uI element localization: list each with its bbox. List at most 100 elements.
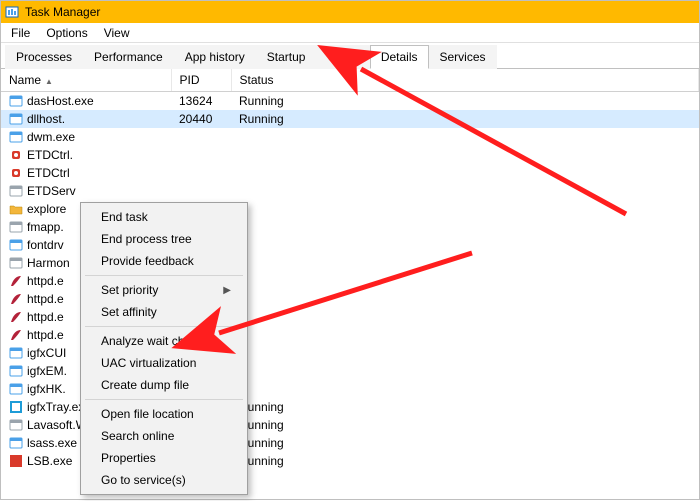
process-pid: 13624 bbox=[171, 92, 231, 111]
context-menu-label: UAC virtualization bbox=[101, 356, 196, 370]
process-status: Running bbox=[231, 416, 699, 434]
process-status bbox=[231, 344, 699, 362]
process-status: Running bbox=[231, 92, 699, 111]
context-menu-item-analyze-wait-chain[interactable]: Analyze wait chain bbox=[83, 330, 245, 352]
process-icon bbox=[9, 166, 23, 180]
col-pid[interactable]: PID bbox=[171, 69, 231, 92]
process-pid: 20440 bbox=[171, 110, 231, 128]
tabstrip: ProcessesPerformanceApp historyStartupUs… bbox=[1, 45, 699, 69]
context-menu-item-set-affinity[interactable]: Set affinity bbox=[83, 301, 245, 323]
process-name: explore bbox=[27, 202, 66, 216]
col-name-label: Name bbox=[9, 73, 41, 87]
process-status bbox=[231, 128, 699, 146]
process-name: fontdrv bbox=[27, 238, 64, 252]
process-icon bbox=[9, 454, 23, 468]
context-menu-label: Provide feedback bbox=[101, 254, 194, 268]
process-name: httpd.e bbox=[27, 292, 64, 306]
context-menu-label: Analyze wait chain bbox=[101, 334, 200, 348]
tab-app-history[interactable]: App history bbox=[174, 45, 256, 69]
col-status-label: Status bbox=[240, 73, 274, 87]
process-name: igfxHK. bbox=[27, 382, 66, 396]
context-menu-item-create-dump-file[interactable]: Create dump file bbox=[83, 374, 245, 396]
context-menu-label: Set priority bbox=[101, 283, 158, 297]
process-name: Harmon bbox=[27, 256, 70, 270]
context-menu-item-end-process-tree[interactable]: End process tree bbox=[83, 228, 245, 250]
tab-services[interactable]: Services bbox=[429, 45, 497, 69]
tab-startup[interactable]: Startup bbox=[256, 45, 317, 69]
table-row[interactable]: ETDCtrl. bbox=[1, 146, 699, 164]
sort-asc-icon: ▲ bbox=[45, 77, 53, 86]
tab-processes[interactable]: Processes bbox=[5, 45, 83, 69]
tab-details[interactable]: Details bbox=[370, 45, 429, 69]
process-pid bbox=[171, 128, 231, 146]
context-menu-item-provide-feedback[interactable]: Provide feedback bbox=[83, 250, 245, 272]
process-icon bbox=[9, 292, 23, 306]
col-status[interactable]: Status bbox=[231, 69, 699, 92]
col-name[interactable]: Name ▲ bbox=[1, 69, 171, 92]
process-icon bbox=[9, 328, 23, 342]
process-icon bbox=[9, 364, 23, 378]
process-name: ETDCtrl bbox=[27, 166, 70, 180]
table-row[interactable]: ETDCtrl bbox=[1, 164, 699, 182]
context-menu-item-open-file-location[interactable]: Open file location bbox=[83, 403, 245, 425]
context-menu-item-search-online[interactable]: Search online bbox=[83, 425, 245, 447]
process-icon bbox=[9, 148, 23, 162]
context-menu-label: Go to service(s) bbox=[101, 473, 186, 487]
process-status bbox=[231, 290, 699, 308]
context-menu-item-set-priority[interactable]: Set priority ▶ bbox=[83, 279, 245, 301]
context-menu-item-go-to-service-s[interactable]: Go to service(s) bbox=[83, 469, 245, 491]
table-row[interactable]: dasHost.exe 13624Running bbox=[1, 92, 699, 111]
process-name: dasHost.exe bbox=[27, 94, 94, 108]
process-status bbox=[231, 218, 699, 236]
process-status: Running bbox=[231, 398, 699, 416]
process-icon bbox=[9, 202, 23, 216]
titlebar[interactable]: Task Manager bbox=[1, 1, 699, 23]
window-title: Task Manager bbox=[25, 5, 100, 19]
menu-view[interactable]: View bbox=[98, 24, 140, 42]
process-pid bbox=[171, 164, 231, 182]
process-icon bbox=[9, 274, 23, 288]
process-status bbox=[231, 326, 699, 344]
process-status bbox=[231, 200, 699, 218]
table-row[interactable]: dllhost. 20440Running bbox=[1, 110, 699, 128]
process-name: dllhost. bbox=[27, 112, 65, 126]
context-menu-label: Open file location bbox=[101, 407, 194, 421]
context-menu-item-properties[interactable]: Properties bbox=[83, 447, 245, 469]
process-icon bbox=[9, 400, 23, 414]
process-status: Running bbox=[231, 452, 699, 470]
menu-options[interactable]: Options bbox=[40, 24, 97, 42]
process-name: igfxEM. bbox=[27, 364, 67, 378]
context-menu-label: Search online bbox=[101, 429, 174, 443]
process-name: lsass.exe bbox=[27, 436, 77, 450]
process-status: Running bbox=[231, 434, 699, 452]
table-row[interactable]: dwm.exe bbox=[1, 128, 699, 146]
process-name: ETDCtrl. bbox=[27, 148, 73, 162]
process-status bbox=[231, 164, 699, 182]
table-row[interactable]: ETDServ bbox=[1, 182, 699, 200]
col-pid-label: PID bbox=[180, 73, 200, 87]
submenu-arrow-icon: ▶ bbox=[223, 285, 231, 296]
context-menu-item-end-task[interactable]: End task bbox=[83, 206, 245, 228]
details-panel: Name▲ PID Status dasHost.exe13624Running… bbox=[1, 69, 699, 470]
context-menu-separator bbox=[85, 326, 243, 327]
process-icon bbox=[9, 238, 23, 252]
process-name: httpd.e bbox=[27, 328, 64, 342]
context-menu-label: Set affinity bbox=[101, 305, 157, 319]
menubar: File Options View bbox=[1, 23, 699, 43]
process-pid bbox=[171, 182, 231, 200]
context-menu-separator bbox=[85, 275, 243, 276]
context-menu-label: Create dump file bbox=[101, 378, 189, 392]
tab-performance[interactable]: Performance bbox=[83, 45, 174, 69]
process-icon bbox=[9, 220, 23, 234]
process-status bbox=[231, 362, 699, 380]
context-menu-separator bbox=[85, 399, 243, 400]
menu-file[interactable]: File bbox=[5, 24, 40, 42]
tab-users[interactable]: Users bbox=[316, 45, 369, 69]
process-status: Running bbox=[231, 110, 699, 128]
context-menu-item-uac-virtualization[interactable]: UAC virtualization bbox=[83, 352, 245, 374]
process-name: httpd.e bbox=[27, 274, 64, 288]
process-status bbox=[231, 308, 699, 326]
process-status bbox=[231, 254, 699, 272]
process-icon bbox=[9, 130, 23, 144]
process-icon bbox=[9, 436, 23, 450]
